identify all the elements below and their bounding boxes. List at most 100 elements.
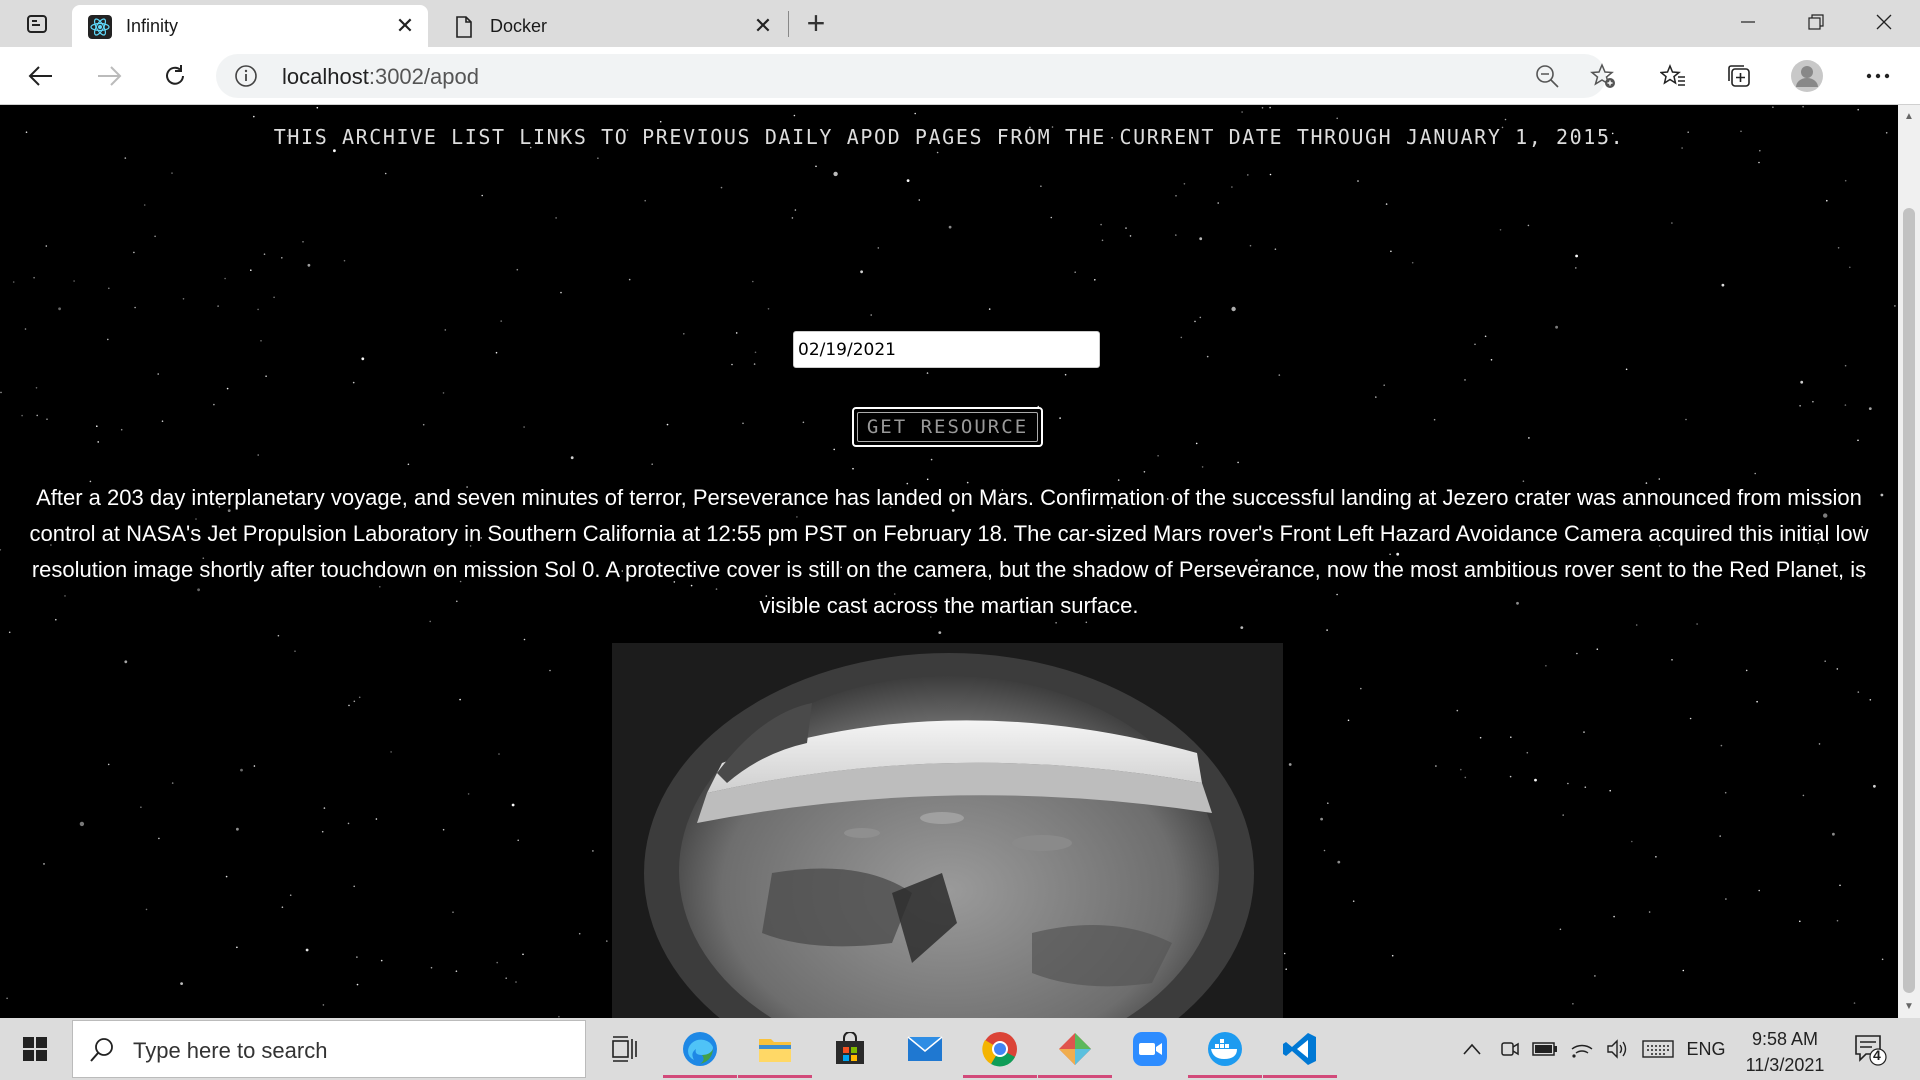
star (1576, 652, 1578, 655)
star (1609, 789, 1611, 792)
star (1484, 335, 1487, 338)
star (353, 885, 356, 888)
star (273, 296, 275, 299)
star (1799, 920, 1801, 923)
star (182, 298, 185, 300)
taskbar-store[interactable] (825, 1026, 875, 1072)
star (1180, 336, 1183, 339)
star (1559, 928, 1562, 931)
action-center-button[interactable]: 4 (1852, 1032, 1888, 1068)
input-language-button[interactable]: ENG (1684, 1030, 1728, 1068)
star (731, 363, 733, 366)
tab-actions-menu-button[interactable] (14, 9, 60, 39)
zoom-out-icon[interactable] (1534, 63, 1560, 89)
meet-now-button[interactable] (1495, 1030, 1525, 1068)
star (12, 281, 15, 283)
star (358, 696, 361, 699)
volume-button[interactable] (1603, 1030, 1633, 1068)
battery-button[interactable] (1530, 1030, 1560, 1068)
date-input[interactable] (793, 331, 1100, 368)
taskbar-docker[interactable] (1188, 1026, 1262, 1078)
star (73, 280, 75, 282)
arrow-right-icon (98, 66, 122, 86)
settings-menu-button[interactable] (1862, 60, 1894, 92)
star (1745, 669, 1748, 672)
notification-count-badge: 4 (1873, 1047, 1881, 1063)
star (1759, 149, 1761, 152)
star (361, 357, 365, 361)
tab-docker[interactable]: Docker ✕ (436, 5, 786, 47)
star (1583, 731, 1585, 733)
language-label: ENG (1686, 1038, 1726, 1059)
new-tab-button[interactable]: + (800, 5, 832, 41)
star (1283, 952, 1286, 955)
url-text: localhost:3002/apod (282, 64, 479, 90)
close-tab-icon[interactable]: ✕ (392, 13, 418, 39)
refresh-button[interactable] (156, 57, 194, 95)
info-icon[interactable] (234, 64, 258, 88)
star (833, 171, 838, 177)
star (1464, 776, 1467, 779)
restore-icon (1808, 14, 1824, 30)
star (1572, 1003, 1574, 1005)
minimize-button[interactable] (1720, 0, 1776, 44)
address-bar[interactable]: localhost:3002/apod (216, 54, 1615, 98)
tab-infinity[interactable]: Infinity ✕ (72, 5, 428, 47)
task-view-button[interactable] (600, 1026, 650, 1072)
close-window-button[interactable] (1856, 0, 1912, 44)
restore-button[interactable] (1788, 0, 1844, 44)
star (1844, 404, 1847, 406)
add-favorite-icon[interactable] (1590, 63, 1616, 89)
forward-button[interactable] (90, 57, 128, 95)
star (1059, 417, 1061, 419)
touch-keyboard-button[interactable] (1640, 1030, 1676, 1068)
store-icon (836, 1032, 864, 1064)
profile-button[interactable] (1791, 60, 1823, 92)
star (171, 782, 174, 784)
star (226, 387, 229, 390)
star (1040, 185, 1042, 187)
star (735, 332, 738, 334)
favorites-button[interactable] (1657, 60, 1689, 92)
taskbar-edge[interactable] (663, 1026, 737, 1078)
star (257, 308, 259, 311)
star (651, 463, 653, 466)
star (107, 338, 109, 341)
taskbar-chrome[interactable] (963, 1026, 1037, 1078)
get-resource-button[interactable]: GET RESOURCE (852, 407, 1043, 447)
taskbar-clock[interactable]: 9:58 AM 11/3/2021 (1730, 1026, 1840, 1078)
back-button[interactable] (22, 57, 60, 95)
star (1269, 173, 1272, 176)
taskbar-gitkraken[interactable] (1038, 1026, 1112, 1078)
taskbar-vscode[interactable] (1263, 1026, 1337, 1078)
scroll-up-icon[interactable]: ▲ (1903, 111, 1915, 123)
star (1360, 687, 1362, 690)
star (515, 981, 517, 983)
star (1175, 195, 1177, 197)
star (1836, 919, 1839, 922)
wifi-button[interactable] (1567, 1030, 1597, 1068)
star (754, 351, 757, 354)
scroll-thumb[interactable] (1903, 208, 1915, 993)
taskbar-zoom[interactable] (1125, 1026, 1175, 1072)
taskbar-search-box[interactable]: Type here to search (72, 1020, 586, 1078)
star (1375, 396, 1377, 398)
star (606, 940, 608, 942)
scroll-down-icon[interactable]: ▼ (1903, 1001, 1915, 1013)
taskbar-mail[interactable] (900, 1026, 950, 1072)
star (1725, 898, 1727, 900)
keyboard-icon (1642, 1040, 1674, 1058)
star (1199, 237, 1203, 241)
star (1689, 717, 1692, 720)
taskbar-file-explorer[interactable] (738, 1026, 812, 1078)
close-tab-icon[interactable]: ✕ (750, 13, 776, 39)
star (1199, 316, 1202, 319)
star (1464, 379, 1466, 381)
star (523, 638, 526, 641)
collections-button[interactable] (1723, 60, 1755, 92)
star (517, 839, 519, 842)
show-hidden-icons-button[interactable] (1457, 1030, 1487, 1068)
star (1849, 266, 1851, 269)
page-scrollbar[interactable]: ▲ ▼ (1898, 105, 1920, 1018)
start-button[interactable] (0, 1018, 70, 1080)
